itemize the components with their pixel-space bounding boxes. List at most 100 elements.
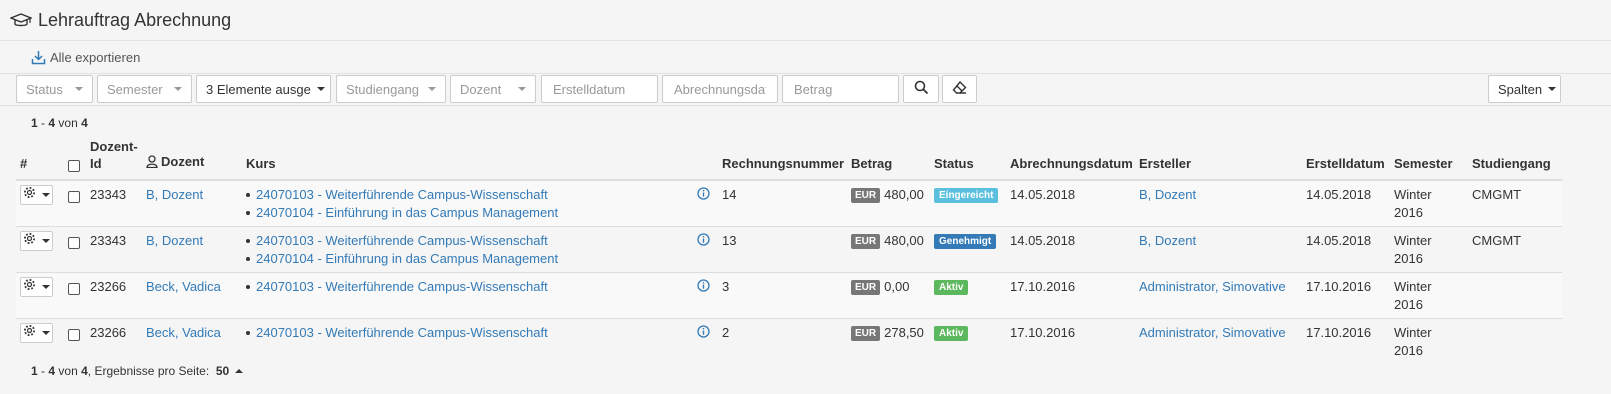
course-link[interactable]: 24070104 - Einführung in das Campus Mana… <box>246 204 714 222</box>
kurs-cell: 24070103 - Weiterführende Campus-Wissens… <box>242 318 718 364</box>
col-header-studiengang[interactable]: Studiengang <box>1468 138 1562 181</box>
per-page-select[interactable]: 50 <box>216 364 244 378</box>
erstelldatum-field[interactable] <box>541 75 658 103</box>
col-header-abrechnungsdatum[interactable]: Abrechnungsdatum <box>1006 138 1135 181</box>
course-link-text[interactable]: 24070103 - Weiterführende Campus-Wissens… <box>256 279 548 294</box>
col-header-betrag[interactable]: Betrag <box>847 138 930 181</box>
course-link-text[interactable]: 24070103 - Weiterführende Campus-Wissens… <box>256 233 548 248</box>
row-actions-button[interactable] <box>20 231 53 251</box>
row-select-cell <box>64 226 86 273</box>
footer-total: 4 <box>81 364 88 378</box>
abrechnungsdatum-input[interactable] <box>672 80 768 98</box>
studiengang-cell <box>1468 318 1562 364</box>
semester-cell: Winter 2016 <box>1390 272 1468 319</box>
row-actions-button[interactable] <box>20 277 53 297</box>
course-link[interactable]: 24070103 - Weiterführende Campus-Wissens… <box>246 324 714 342</box>
abrechnungsdatum-cell: 14.05.2018 <box>1006 226 1135 273</box>
course-link-text[interactable]: 24070103 - Weiterführende Campus-Wissens… <box>256 187 548 202</box>
course-link-text[interactable]: 24070104 - Einführung in das Campus Mana… <box>256 205 558 220</box>
course-link-text[interactable]: 24070103 - Weiterführende Campus-Wissens… <box>256 325 548 340</box>
chevron-down-icon <box>316 87 325 91</box>
col-header-hash: # <box>16 138 64 181</box>
col-header-status[interactable]: Status <box>930 138 1006 181</box>
dozent-id-cell: 23266 <box>86 318 142 364</box>
semester-cell: Winter 2016 <box>1390 179 1468 227</box>
export-all-button[interactable]: Alle exportieren <box>31 50 140 65</box>
dozent-link[interactable]: Beck, Vadica <box>146 279 221 294</box>
col-header-semester[interactable]: Semester <box>1390 138 1468 181</box>
col-header-dozent[interactable]: Dozent <box>142 138 242 181</box>
dozent-filter[interactable]: Dozent <box>450 75 536 103</box>
info-icon[interactable] <box>697 187 710 205</box>
kurs-cell: 24070103 - Weiterführende Campus-Wissens… <box>242 179 718 227</box>
export-toolbar: Alle exportieren <box>0 41 1611 73</box>
semester-cell: Winter 2016 <box>1390 226 1468 273</box>
abrechnungsdatum-cell: 17.10.2016 <box>1006 318 1135 364</box>
dozent-link[interactable]: Beck, Vadica <box>146 325 221 340</box>
row-checkbox[interactable] <box>68 190 80 203</box>
erstelldatum-input[interactable] <box>551 80 648 98</box>
course-link-text[interactable]: 24070104 - Einführung in das Campus Mana… <box>256 251 558 266</box>
col-header-dozent-id[interactable]: Dozent-Id <box>86 138 142 181</box>
ersteller-cell: B, Dozent <box>1135 179 1302 227</box>
dozent-id-cell: 23266 <box>86 272 142 319</box>
studiengang-filter[interactable]: Studiengang <box>336 75 446 103</box>
row-checkbox[interactable] <box>68 328 80 341</box>
betrag-value: 0,00 <box>884 279 910 294</box>
clear-filters-button[interactable] <box>942 75 977 103</box>
summary-of: von <box>58 115 78 130</box>
info-icon[interactable] <box>697 325 710 343</box>
chevron-up-icon <box>235 369 244 373</box>
row-checkbox[interactable] <box>68 236 80 249</box>
col-header-select[interactable] <box>64 138 86 181</box>
course-link[interactable]: 24070104 - Einführung in das Campus Mana… <box>246 250 714 268</box>
col-header-dozent-label: Dozent <box>161 154 205 169</box>
course-link[interactable]: 24070103 - Weiterführende Campus-Wissens… <box>246 186 714 204</box>
dozent-filter-label: Dozent <box>460 81 502 97</box>
columns-button[interactable]: Spalten <box>1488 75 1561 103</box>
dozent-link[interactable]: B, Dozent <box>146 233 203 248</box>
export-all-label: Alle exportieren <box>50 49 141 65</box>
col-header-kurs[interactable]: Kurs <box>242 138 718 181</box>
graduation-cap-icon <box>10 12 32 28</box>
search-button[interactable] <box>903 75 939 103</box>
col-header-erstelldatum[interactable]: Erstelldatum <box>1302 138 1390 181</box>
info-icon[interactable] <box>697 233 710 251</box>
course-list: 24070103 - Weiterführende Campus-Wissens… <box>246 186 714 222</box>
semester-filter[interactable]: Semester <box>97 75 192 103</box>
col-header-rechnungsnummer[interactable]: Rechnungsnummer <box>718 138 847 181</box>
dozent-multiselect[interactable]: 3 Elemente ausge <box>196 75 331 103</box>
row-checkbox[interactable] <box>68 282 80 295</box>
ersteller-link[interactable]: Administrator, Simovative <box>1139 279 1286 294</box>
betrag-value: 278,50 <box>884 325 924 340</box>
results-table: # Dozent-Id Dozent Kurs Rechnungsnummer … <box>16 138 1562 364</box>
user-icon <box>146 155 158 172</box>
dozent-link[interactable]: B, Dozent <box>146 187 203 202</box>
studiengang-cell <box>1468 272 1562 319</box>
per-page-label: , Ergebnisse pro Seite: <box>87 364 210 378</box>
row-select-cell <box>64 318 86 364</box>
ersteller-link[interactable]: B, Dozent <box>1139 187 1196 202</box>
betrag-field[interactable] <box>782 75 899 103</box>
ersteller-link[interactable]: Administrator, Simovative <box>1139 325 1286 340</box>
table-row: 23343 B, Dozent 24070103 - Weiterführende … <box>16 179 1562 227</box>
abrechnungsdatum-cell: 17.10.2016 <box>1006 272 1135 319</box>
status-filter[interactable]: Status <box>16 75 93 103</box>
abrechnungsdatum-field[interactable] <box>662 75 778 103</box>
info-icon[interactable] <box>697 279 710 297</box>
kurs-cell: 24070103 - Weiterführende Campus-Wissens… <box>242 226 718 273</box>
select-all-checkbox[interactable] <box>68 159 80 172</box>
col-header-ersteller[interactable]: Ersteller <box>1135 138 1302 181</box>
gear-icon <box>23 232 36 250</box>
course-list: 24070103 - Weiterführende Campus-Wissens… <box>246 324 714 342</box>
ersteller-link[interactable]: B, Dozent <box>1139 233 1196 248</box>
row-actions-button[interactable] <box>20 323 53 343</box>
course-link[interactable]: 24070103 - Weiterführende Campus-Wissens… <box>246 232 714 250</box>
betrag-input[interactable] <box>792 80 889 98</box>
row-actions-button[interactable] <box>20 185 53 205</box>
dozent-cell: B, Dozent <box>142 226 242 273</box>
course-link[interactable]: 24070103 - Weiterführende Campus-Wissens… <box>246 278 714 296</box>
gear-icon <box>23 324 36 342</box>
erstelldatum-cell: 17.10.2016 <box>1302 318 1390 364</box>
result-summary: 1 - 4 von 4 <box>31 115 88 130</box>
